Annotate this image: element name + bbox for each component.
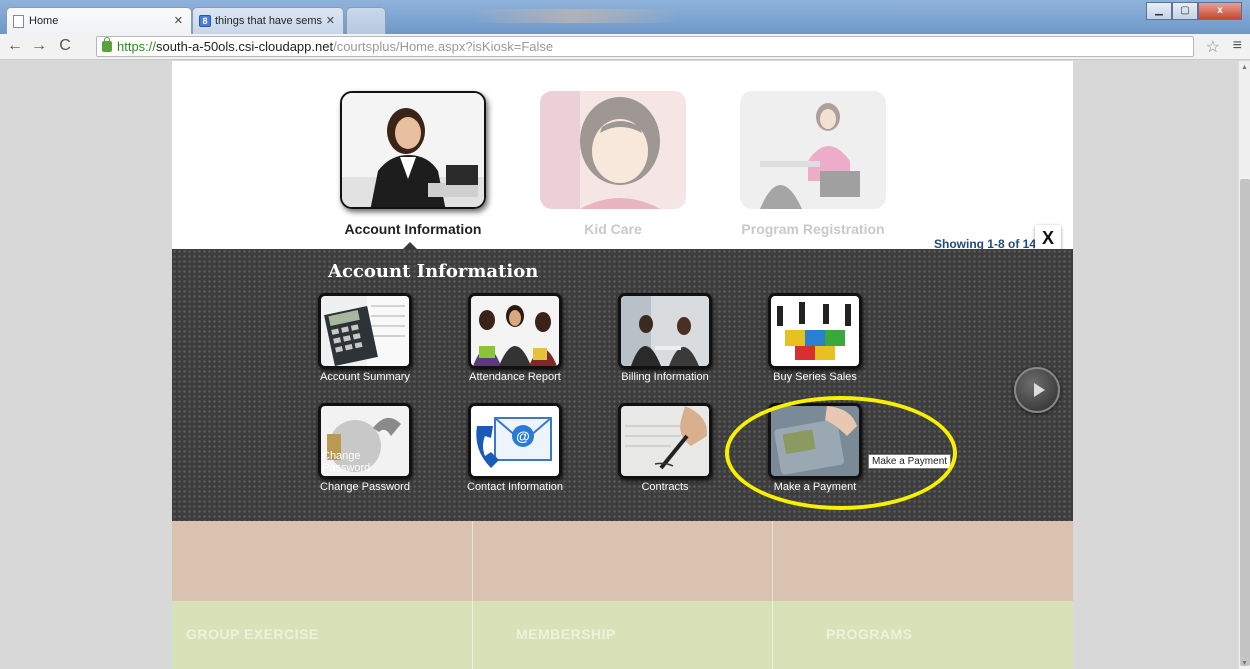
category-label: Account Information: [344, 221, 482, 237]
window-controls: ▁ ▢ x: [1146, 2, 1242, 20]
tile-caption: Contracts: [641, 481, 689, 493]
footer-link-group-exercise[interactable]: GROUP EXERCISE: [186, 626, 319, 642]
tile-overlay-text: Change Password: [322, 450, 371, 474]
category-label: Program Registration: [741, 221, 885, 237]
tile-caption: Buy Series Sales: [773, 371, 857, 383]
category-label: Kid Care: [584, 221, 642, 237]
scroll-up-icon[interactable]: ▲: [1241, 64, 1248, 71]
close-tab-icon[interactable]: ✕: [326, 14, 335, 27]
category-account-information[interactable]: Account Information: [340, 91, 486, 237]
tile-change-password[interactable]: Change Password Change Password: [302, 403, 428, 493]
tile-caption: Contact Information: [467, 481, 563, 493]
tile-caption: Billing Information: [621, 371, 709, 383]
meeting-icon: [618, 293, 712, 369]
footer-links: GROUP EXERCISE MEMBERSHIP PROGRAMS: [172, 521, 1073, 669]
tab-home[interactable]: Home ✕: [6, 7, 192, 34]
browser-toolbar: ← → C https://south-a-50ols.csi-cloudapp…: [0, 34, 1250, 60]
bookmark-star-icon[interactable]: ☆: [1206, 37, 1220, 57]
maximize-button[interactable]: ▢: [1172, 2, 1198, 20]
url-host: south-a-50ols.csi-cloudapp.net: [156, 39, 334, 54]
footer-link-programs[interactable]: PROGRAMS: [826, 626, 912, 642]
next-page-button[interactable]: [1014, 367, 1060, 413]
tab-search[interactable]: 8 things that have sems - Go ✕: [192, 7, 344, 34]
url-scheme: https://: [117, 39, 157, 54]
tile-caption: Account Summary: [320, 371, 410, 383]
forward-arrow-icon[interactable]: →: [30, 37, 48, 55]
scrollbar-thumb[interactable]: [1240, 179, 1250, 666]
reload-icon[interactable]: C: [56, 37, 74, 55]
registration-photo: [740, 91, 886, 209]
lock-icon: [102, 37, 112, 52]
svg-text:@: @: [516, 428, 530, 444]
tile-account-summary[interactable]: Account Summary: [302, 293, 428, 383]
category-program-registration[interactable]: Program Registration: [740, 91, 886, 237]
tile-caption: Attendance Report: [469, 371, 561, 383]
category-kid-care[interactable]: Kid Care: [540, 91, 686, 237]
close-window-button[interactable]: x: [1198, 2, 1242, 20]
people-icon: [468, 293, 562, 369]
new-tab-button[interactable]: [346, 7, 386, 34]
panel-title: Account Information: [328, 261, 539, 282]
tile-billing-information[interactable]: Billing Information: [602, 293, 728, 383]
calculator-icon: [318, 293, 412, 369]
browser-title-bar: Home ✕ 8 things that have sems - Go ✕ ▁ …: [0, 0, 1250, 34]
page-viewport: Account Information Kid Care Program Reg…: [0, 61, 1238, 669]
tile-buy-series-sales[interactable]: Buy Series Sales: [752, 293, 878, 383]
minimize-button[interactable]: ▁: [1146, 2, 1172, 20]
address-bar[interactable]: https://south-a-50ols.csi-cloudapp.net/c…: [96, 36, 1194, 57]
menu-icon[interactable]: ≡: [1233, 37, 1242, 55]
footer-banner: [172, 521, 1073, 601]
selection-pointer-icon: [403, 242, 417, 249]
scroll-down-icon[interactable]: ▼: [1241, 660, 1248, 667]
highlight-circle: [725, 396, 957, 510]
child-photo: [540, 91, 686, 209]
email-phone-icon: @: [468, 403, 562, 479]
divider: [772, 521, 773, 669]
close-tab-icon[interactable]: ✕: [174, 14, 183, 27]
divider: [472, 521, 473, 669]
main-content: Account Information Kid Care Program Reg…: [172, 61, 1073, 669]
footer-link-membership[interactable]: MEMBERSHIP: [516, 626, 616, 642]
back-arrow-icon[interactable]: ←: [6, 37, 24, 55]
vertical-scrollbar[interactable]: ▲ ▼: [1238, 61, 1250, 669]
category-selector: Account Information Kid Care Program Reg…: [172, 61, 1073, 271]
businesswoman-photo: [340, 91, 486, 209]
url-path: /courtsplus/Home.aspx?isKiosk=False: [333, 39, 554, 54]
tile-caption: Change Password: [320, 481, 410, 493]
tab-title: things that have sems - Go: [215, 15, 323, 27]
pen-signing-icon: [618, 403, 712, 479]
puzzle-icon: [768, 293, 862, 369]
google-icon: 8: [199, 15, 211, 27]
tab-title: Home: [29, 15, 59, 27]
tile-attendance-report[interactable]: Attendance Report: [452, 293, 578, 383]
page-icon: [13, 15, 24, 28]
background-window-title: [470, 9, 680, 23]
tile-contracts[interactable]: Contracts: [602, 403, 728, 493]
account-information-panel: Account Information Account Summary Atte…: [172, 249, 1073, 521]
tile-contact-information[interactable]: @ Contact Information: [452, 403, 578, 493]
padlock-icon: Change Password: [318, 403, 412, 479]
